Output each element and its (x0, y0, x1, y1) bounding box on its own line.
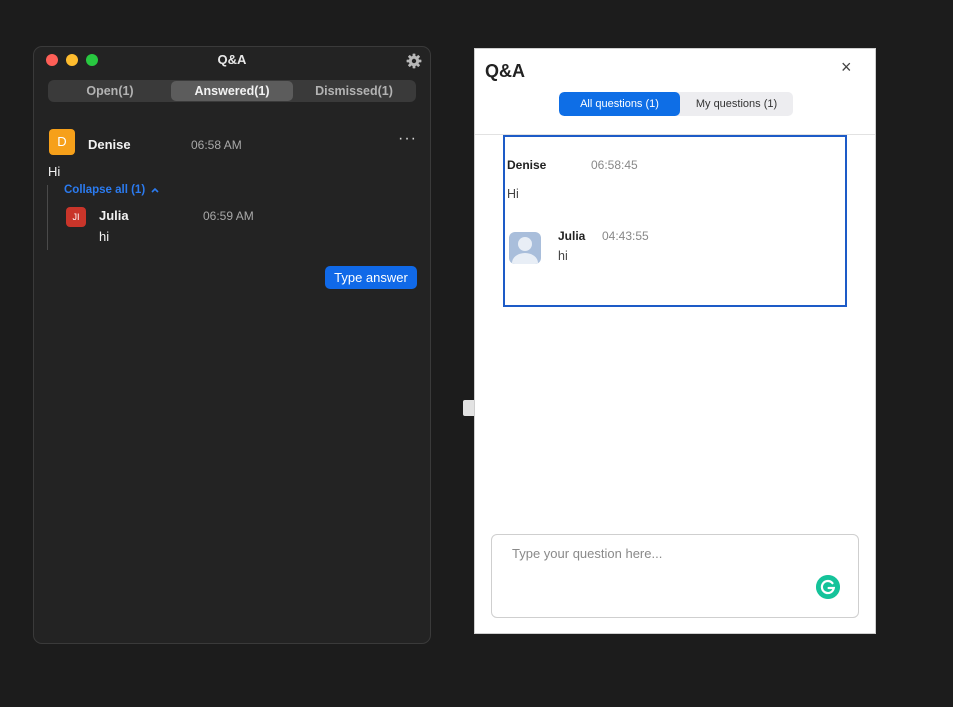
more-options-icon[interactable]: ··· (398, 131, 417, 147)
question-author-name: Denise (88, 137, 131, 152)
reply-text: hi (99, 229, 110, 244)
close-icon[interactable]: × (841, 57, 852, 78)
question-input-container (491, 534, 859, 618)
tab-open[interactable]: Open(1) (49, 81, 171, 101)
question-input[interactable] (492, 535, 858, 617)
type-answer-button[interactable]: Type answer (325, 266, 417, 289)
tab-my-questions[interactable]: My questions (1) (680, 92, 793, 116)
question-time: 06:58 AM (191, 138, 242, 152)
avatar: JI (66, 207, 86, 227)
attendee-qa-panel: Q&A × All questions (1) My questions (1)… (474, 48, 876, 634)
tab-dismissed[interactable]: Dismissed(1) (293, 81, 415, 101)
chevron-up-icon (151, 187, 159, 193)
avatar (509, 232, 541, 264)
grammarly-icon[interactable] (816, 575, 840, 599)
reply-time: 06:59 AM (203, 209, 254, 223)
gear-icon[interactable] (406, 53, 422, 69)
answer-text: hi (558, 249, 568, 263)
question-time: 06:58:45 (591, 158, 638, 172)
collapse-all-label: Collapse all (1) (64, 184, 146, 196)
status-tabs: Open(1) Answered(1) Dismissed(1) (48, 80, 416, 102)
question-item[interactable]: Denise 06:58:45 Hi Julia 04:43:55 hi (503, 135, 847, 307)
collapse-all-button[interactable]: Collapse all (1) (64, 184, 159, 196)
avatar: D (49, 129, 75, 155)
question-author-name: Denise (507, 158, 547, 172)
window-title: Q&A (217, 52, 247, 67)
host-qa-window: Q&A Open(1) Answered(1) Dismissed(1) D D… (33, 46, 431, 644)
panel-title: Q&A (485, 61, 525, 81)
thread-divider (47, 185, 48, 250)
answer-author-name: Julia (558, 229, 586, 243)
answer-time: 04:43:55 (602, 229, 649, 243)
question-filter-tabs: All questions (1) My questions (1) (559, 92, 793, 116)
question-text: Hi (48, 164, 61, 179)
tab-answered[interactable]: Answered(1) (171, 81, 293, 101)
question-text: Hi (507, 187, 519, 201)
reply-author-name: Julia (99, 208, 129, 223)
tab-all-questions[interactable]: All questions (1) (559, 92, 680, 116)
